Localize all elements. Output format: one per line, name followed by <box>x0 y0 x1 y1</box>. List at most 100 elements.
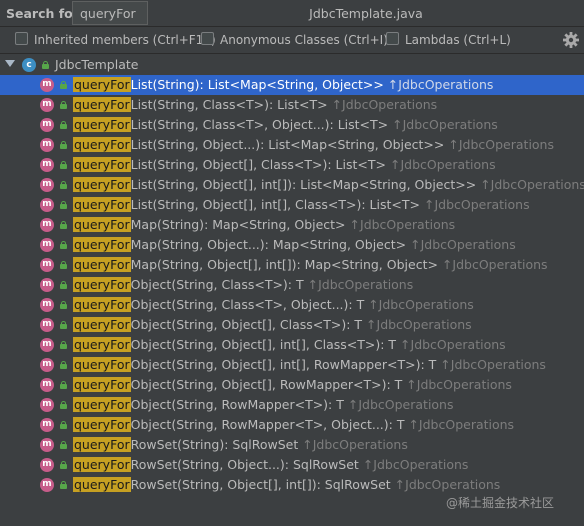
public-lock-icon <box>60 341 67 349</box>
tree-method-row[interactable]: m queryForObject(String, RowMapper<T>, Ob… <box>0 415 584 435</box>
tree-method-row[interactable]: m queryForObject(String, Object[], int[],… <box>0 335 584 355</box>
tree-method-row[interactable]: m queryForObject(String, Class<T>, Object… <box>0 295 584 315</box>
tree-method-row[interactable]: m queryForObject(String, Object[], Class<… <box>0 315 584 335</box>
tree-method-row[interactable]: m queryForList(String, Object[], Class<T>… <box>0 155 584 175</box>
lambdas-label[interactable]: Lambdas (Ctrl+L) <box>405 33 511 47</box>
method-m-icon: m <box>40 278 54 292</box>
tree-method-row[interactable]: m queryForObject(String, Class<T>): T ↑Jd… <box>0 275 584 295</box>
method-signature: queryForRowSet(String, Object...): SqlRo… <box>73 457 468 472</box>
method-m-icon: m <box>40 378 54 392</box>
file-title: JdbcTemplate.java <box>309 6 423 21</box>
public-lock-icon <box>60 381 67 389</box>
search-bar: Search for: queryFor JdbcTemplate.java <box>0 0 584 26</box>
tree-method-row[interactable]: m queryForObject(String, RowMapper<T>): T… <box>0 395 584 415</box>
search-match-highlight: queryFor <box>73 337 131 352</box>
search-match-highlight: queryFor <box>73 157 131 172</box>
method-m-icon: m <box>40 318 54 332</box>
public-lock-icon <box>60 461 67 469</box>
tree-method-row[interactable]: m queryForMap(String, Object[], int[]): M… <box>0 255 584 275</box>
method-m-icon: m <box>40 158 54 172</box>
method-m-icon: m <box>40 178 54 192</box>
anonymous-classes-checkbox[interactable] <box>201 32 214 45</box>
public-lock-icon <box>60 421 67 429</box>
inherited-from-label: ↑JdbcOperations <box>400 337 506 352</box>
tree-root-row[interactable]: c JdbcTemplate <box>0 55 584 75</box>
structure-tree: c JdbcTemplate m queryForList(String): Li… <box>0 55 584 495</box>
tree-method-row[interactable]: m queryForObject(String, Object[], int[],… <box>0 355 584 375</box>
method-signature: queryForList(String, Object...): List<Ma… <box>73 137 554 152</box>
inherited-members-checkbox[interactable] <box>15 32 28 45</box>
method-m-icon: m <box>40 478 54 492</box>
tree-method-row[interactable]: m queryForRowSet(String, Object[], int[])… <box>0 475 584 495</box>
search-match-highlight: queryFor <box>73 97 131 112</box>
tree-method-row[interactable]: m queryForList(String, Object[], int[], C… <box>0 195 584 215</box>
tree-method-row[interactable]: m queryForList(String, Object...): List<M… <box>0 135 584 155</box>
method-m-icon: m <box>40 358 54 372</box>
anonymous-classes-label[interactable]: Anonymous Classes (Ctrl+I) <box>220 33 388 47</box>
method-signature-rest: Object(String, Class<T>): T <box>130 277 304 292</box>
method-signature-rest: Object(String, RowMapper<T>, Object...):… <box>130 417 405 432</box>
public-lock-icon <box>60 301 67 309</box>
public-lock-icon <box>60 161 67 169</box>
inherited-from-label: ↑JdbcOperations <box>368 297 474 312</box>
tree-method-row[interactable]: m queryForList(String, Object[], int[]): … <box>0 175 584 195</box>
inherited-from-label: ↑JdbcOperations <box>307 277 414 292</box>
public-lock-icon <box>60 261 67 269</box>
search-match-highlight: queryFor <box>73 177 131 192</box>
watermark: @稀土掘金技术社区 <box>446 496 555 510</box>
inherited-from-label: ↑JdbcOperations <box>423 197 530 212</box>
method-signature: queryForObject(String, RowMapper<T>): T … <box>73 397 454 412</box>
method-signature: queryForList(String, Object[], int[]): L… <box>73 177 584 192</box>
method-m-icon: m <box>40 238 54 252</box>
method-signature: queryForList(String, Object[], int[], Cl… <box>73 197 530 212</box>
search-match-highlight: queryFor <box>73 197 131 212</box>
tree-method-row[interactable]: m queryForRowSet(String): SqlRowSet ↑Jdbc… <box>0 435 584 455</box>
tree-method-row[interactable]: m queryForMap(String, Object...): Map<Str… <box>0 235 584 255</box>
method-m-icon: m <box>40 98 54 112</box>
search-match-highlight: queryFor <box>73 77 131 92</box>
tree-method-row[interactable]: m queryForList(String): List<Map<String, … <box>0 75 584 95</box>
filter-bar: Inherited members (Ctrl+F12) Anonymous C… <box>0 27 584 53</box>
search-match-highlight: queryFor <box>73 397 131 412</box>
method-signature-rest: List(String, Object[], int[]): List<Map<… <box>130 177 477 192</box>
tree-method-row[interactable]: m queryForList(String, Class<T>, Object..… <box>0 115 584 135</box>
method-signature-rest: List(String): List<Map<String, Object>> <box>130 77 384 92</box>
gear-icon[interactable] <box>562 31 580 49</box>
tree-method-row[interactable]: m queryForRowSet(String, Object...): SqlR… <box>0 455 584 475</box>
inherited-members-label[interactable]: Inherited members (Ctrl+F12) <box>34 33 216 47</box>
inherited-from-label: ↑JdbcOperations <box>366 317 472 332</box>
public-lock-icon <box>60 321 67 329</box>
method-signature: queryForObject(String, Class<T>, Object.… <box>73 297 474 312</box>
method-signature-rest: List(String, Object...): List<Map<String… <box>130 137 445 152</box>
method-signature: queryForList(String): List<Map<String, O… <box>73 77 493 92</box>
method-m-icon: m <box>40 258 54 272</box>
search-match-highlight: queryFor <box>73 377 131 392</box>
lambdas-checkbox[interactable] <box>386 32 399 45</box>
method-signature-rest: Map(String, Object...): Map<String, Obje… <box>130 237 407 252</box>
method-signature-rest: Object(String, RowMapper<T>): T <box>130 397 344 412</box>
public-lock-icon <box>60 401 67 409</box>
method-signature-rest: RowSet(String, Object...): SqlRowSet <box>130 457 359 472</box>
method-signature-rest: List(String, Class<T>): List<T> <box>130 97 328 112</box>
inherited-from-label: ↑JdbcOperations <box>362 457 469 472</box>
method-signature: queryForRowSet(String): SqlRowSet ↑JdbcO… <box>73 437 408 452</box>
public-lock-icon <box>60 281 67 289</box>
search-match-highlight: queryFor <box>73 217 131 232</box>
search-match-highlight: queryFor <box>73 317 131 332</box>
search-match-highlight: queryFor <box>73 237 131 252</box>
search-input[interactable]: queryFor <box>72 1 148 25</box>
method-m-icon: m <box>40 78 54 92</box>
tree-method-row[interactable]: m queryForObject(String, Object[], RowMap… <box>0 375 584 395</box>
inherited-from-label: ↑JdbcOperations <box>302 437 408 452</box>
tree-method-row[interactable]: m queryForMap(String): Map<String, Object… <box>0 215 584 235</box>
method-signature: queryForList(String, Object[], Class<T>)… <box>73 157 496 172</box>
inherited-from-label: ↑JdbcOperations <box>387 77 494 92</box>
method-signature-rest: Map(String): Map<String, Object> <box>130 217 346 232</box>
inherited-from-label: ↑JdbcOperations <box>349 217 456 232</box>
expand-arrow-icon[interactable] <box>5 60 15 67</box>
tree-method-row[interactable]: m queryForList(String, Class<T>): List<T>… <box>0 95 584 115</box>
inherited-from-label: ↑JdbcOperations <box>480 177 584 192</box>
method-m-icon: m <box>40 418 54 432</box>
method-signature: queryForMap(String): Map<String, Object>… <box>73 217 455 232</box>
public-lock-icon <box>60 81 67 89</box>
